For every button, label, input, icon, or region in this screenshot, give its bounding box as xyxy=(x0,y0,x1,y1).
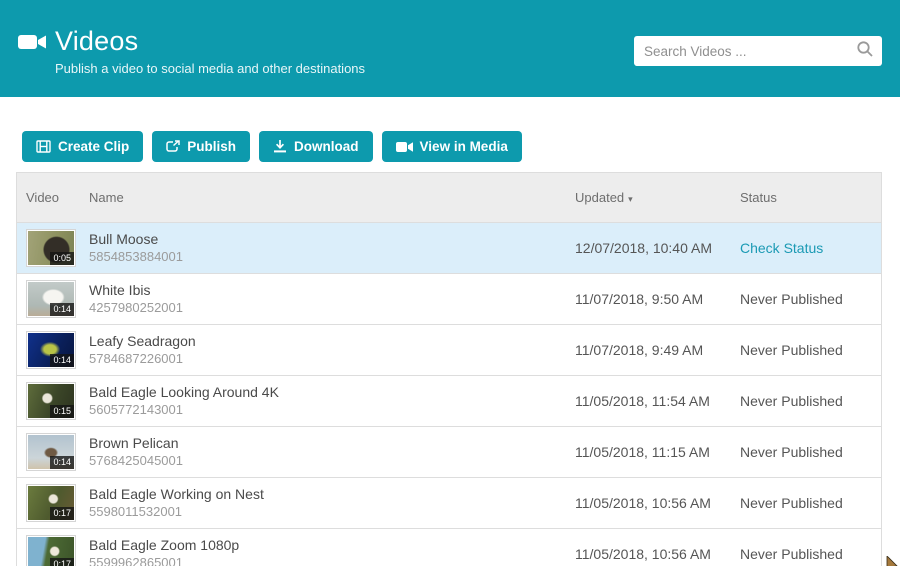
column-header-name: Name xyxy=(89,190,575,205)
publish-label: Publish xyxy=(187,139,236,154)
camera-icon xyxy=(396,141,413,153)
video-id: 5599962865001 xyxy=(89,555,575,566)
video-title: Bald Eagle Zoom 1080p xyxy=(89,537,575,554)
video-thumbnail[interactable]: 0:17 xyxy=(26,535,76,566)
table-row[interactable]: 0:17 Bald Eagle Working on Nest 55980115… xyxy=(17,477,881,528)
page-title: Videos xyxy=(55,26,138,57)
duration-badge: 0:14 xyxy=(50,456,74,469)
updated-cell: 11/05/2018, 10:56 AM xyxy=(575,546,740,562)
video-id: 5605772143001 xyxy=(89,402,575,418)
table-row[interactable]: 0:14 Brown Pelican 5768425045001 11/05/2… xyxy=(17,426,881,477)
video-thumbnail[interactable]: 0:14 xyxy=(26,331,76,369)
column-header-updated[interactable]: Updated▾ xyxy=(575,190,740,205)
duration-badge: 0:17 xyxy=(50,507,74,520)
video-thumbnail[interactable]: 0:05 xyxy=(26,229,76,267)
video-id: 5598011532001 xyxy=(89,504,575,520)
film-icon xyxy=(36,140,51,153)
column-header-video: Video xyxy=(17,190,89,205)
table-body: 0:05 Bull Moose 5854853884001 12/07/2018… xyxy=(17,222,881,566)
updated-cell: 11/07/2018, 9:49 AM xyxy=(575,342,740,358)
duration-badge: 0:14 xyxy=(50,303,74,316)
updated-cell: 11/05/2018, 11:15 AM xyxy=(575,444,740,460)
status-cell[interactable]: Check Status xyxy=(740,240,881,256)
video-thumbnail[interactable]: 0:17 xyxy=(26,484,76,522)
view-in-media-label: View in Media xyxy=(420,139,508,154)
video-title: White Ibis xyxy=(89,282,575,299)
table-row[interactable]: 0:14 White Ibis 4257980252001 11/07/2018… xyxy=(17,273,881,324)
status-cell: Never Published xyxy=(740,495,881,511)
video-title: Bald Eagle Looking Around 4K xyxy=(89,384,575,401)
page-header: Videos Publish a video to social media a… xyxy=(0,0,900,97)
duration-badge: 0:05 xyxy=(50,252,74,265)
column-header-status: Status xyxy=(740,190,881,205)
status-cell: Never Published xyxy=(740,342,881,358)
create-clip-label: Create Clip xyxy=(58,139,129,154)
search-box[interactable] xyxy=(634,36,882,66)
video-id: 5784687226001 xyxy=(89,351,575,367)
publish-button[interactable]: Publish xyxy=(152,131,250,162)
table-header-row: Video Name Updated▾ Status xyxy=(17,173,881,222)
video-thumbnail[interactable]: 0:14 xyxy=(26,280,76,318)
video-id: 5768425045001 xyxy=(89,453,575,469)
share-icon xyxy=(166,140,180,153)
status-cell: Never Published xyxy=(740,444,881,460)
status-cell: Never Published xyxy=(740,393,881,409)
table-row[interactable]: 0:15 Bald Eagle Looking Around 4K 560577… xyxy=(17,375,881,426)
mouse-cursor-icon xyxy=(886,556,898,566)
duration-badge: 0:14 xyxy=(50,354,74,367)
duration-badge: 0:17 xyxy=(50,558,74,566)
table-row[interactable]: 0:14 Leafy Seadragon 5784687226001 11/07… xyxy=(17,324,881,375)
page-subtitle: Publish a video to social media and othe… xyxy=(55,61,365,76)
toolbar: Create Clip Publish Download View i xyxy=(22,131,900,162)
video-thumbnail[interactable]: 0:15 xyxy=(26,382,76,420)
download-label: Download xyxy=(294,139,359,154)
table-row[interactable]: 0:05 Bull Moose 5854853884001 12/07/2018… xyxy=(17,222,881,273)
sort-desc-icon: ▾ xyxy=(628,194,633,204)
video-thumbnail[interactable]: 0:14 xyxy=(26,433,76,471)
search-icon[interactable] xyxy=(856,40,874,63)
table-row[interactable]: 0:17 Bald Eagle Zoom 1080p 5599962865001… xyxy=(17,528,881,566)
updated-cell: 11/05/2018, 11:54 AM xyxy=(575,393,740,409)
updated-cell: 11/05/2018, 10:56 AM xyxy=(575,495,740,511)
video-id: 5854853884001 xyxy=(89,249,575,265)
download-icon xyxy=(273,140,287,153)
download-button[interactable]: Download xyxy=(259,131,373,162)
updated-cell: 11/07/2018, 9:50 AM xyxy=(575,291,740,307)
status-cell: Never Published xyxy=(740,546,881,562)
video-title: Bull Moose xyxy=(89,231,575,248)
status-cell: Never Published xyxy=(740,291,881,307)
video-title: Leafy Seadragon xyxy=(89,333,575,350)
duration-badge: 0:15 xyxy=(50,405,74,418)
video-id: 4257980252001 xyxy=(89,300,575,316)
view-in-media-button[interactable]: View in Media xyxy=(382,131,522,162)
video-camera-icon xyxy=(18,32,47,52)
video-title: Bald Eagle Working on Nest xyxy=(89,486,575,503)
video-title: Brown Pelican xyxy=(89,435,575,452)
search-input[interactable] xyxy=(644,44,856,59)
updated-cell: 12/07/2018, 10:40 AM xyxy=(575,240,740,256)
videos-table: Video Name Updated▾ Status 0:05 Bull Moo… xyxy=(16,172,882,566)
create-clip-button[interactable]: Create Clip xyxy=(22,131,143,162)
